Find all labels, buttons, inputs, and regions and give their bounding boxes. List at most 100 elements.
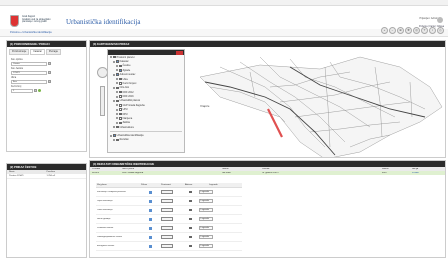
dropdown-icon[interactable] [34, 89, 37, 92]
layer-checkbox[interactable] [116, 60, 119, 63]
layer-checkbox[interactable] [119, 112, 122, 116]
layer-checkbox[interactable] [119, 95, 122, 98]
legend-button[interactable]: Legenda [198, 199, 213, 203]
identify-icon[interactable]: ◎ [413, 27, 420, 34]
legend-button[interactable]: Legenda [198, 190, 213, 194]
layer-checkbox[interactable] [119, 64, 122, 68]
layer-icon[interactable] [149, 199, 152, 203]
legend-button[interactable]: Legenda [198, 226, 213, 230]
municipality-field[interactable]: Centar [11, 62, 47, 66]
layer-checkbox[interactable] [119, 77, 122, 81]
expand-icon[interactable] [116, 95, 118, 98]
locate-icon[interactable] [38, 89, 41, 92]
field-row: Centar [11, 61, 82, 66]
print-icon[interactable]: ⎙ [437, 27, 444, 34]
expand-icon[interactable] [116, 91, 118, 94]
layer-item[interactable]: Infrastruktura [108, 125, 184, 129]
help-icon[interactable]: ? [421, 27, 428, 34]
expand-icon[interactable] [116, 64, 118, 67]
street-field[interactable]: Ilica [11, 80, 47, 84]
active-checkbox[interactable] [189, 235, 192, 239]
layer-icon[interactable] [149, 235, 152, 239]
layer-icon[interactable] [149, 244, 152, 248]
user-label[interactable]: Prijavljen: Admin [420, 17, 438, 20]
expand-icon[interactable] [110, 56, 112, 59]
opacity-stepper[interactable] [161, 217, 173, 221]
expand-icon[interactable] [113, 60, 115, 63]
plan-layer-name: Korištenje i namjena površina [97, 190, 126, 193]
expand-icon[interactable] [113, 86, 115, 89]
expand-icon[interactable] [113, 99, 115, 102]
active-checkbox[interactable] [189, 208, 192, 212]
layer-checkbox[interactable] [119, 117, 122, 120]
pan-icon[interactable]: ✥ [405, 27, 412, 34]
close-icon[interactable] [176, 50, 183, 55]
layer-icon[interactable] [149, 226, 152, 230]
legend-button[interactable]: Legenda [198, 235, 213, 239]
active-checkbox[interactable] [189, 217, 192, 221]
layer-checkbox[interactable] [116, 138, 119, 142]
active-checkbox[interactable] [189, 199, 192, 203]
opacity-stepper[interactable] [161, 244, 173, 248]
opacity-stepper[interactable] [161, 190, 173, 194]
avatar[interactable] [437, 17, 443, 23]
opacity-stepper[interactable] [161, 199, 173, 203]
layer-checkbox[interactable] [119, 90, 122, 94]
tab-cadastre[interactable]: Katastar [30, 49, 45, 55]
expand-icon[interactable] [113, 138, 115, 141]
dropdown-icon[interactable] [48, 71, 51, 74]
layer-checkbox[interactable] [116, 86, 119, 90]
opacity-stepper[interactable] [161, 235, 173, 239]
opacity-stepper[interactable] [161, 226, 173, 230]
layer-checkbox[interactable] [116, 73, 119, 76]
tab-positioning[interactable]: Pozicioniranje [9, 49, 30, 55]
dropdown-icon[interactable] [48, 62, 51, 65]
legend-button[interactable]: Legenda [198, 208, 213, 212]
layer-checkbox[interactable] [119, 121, 122, 125]
layer-checkbox[interactable] [119, 104, 122, 107]
layer-checkbox[interactable] [119, 69, 122, 72]
layer-checkbox[interactable] [119, 108, 122, 111]
layer-icon[interactable] [149, 208, 152, 212]
expand-icon[interactable] [116, 108, 118, 111]
expand-icon[interactable] [116, 78, 118, 81]
tab-search[interactable]: Pretraga [45, 49, 61, 55]
legend-button[interactable]: Legenda [198, 244, 213, 248]
expand-icon[interactable] [116, 82, 118, 85]
parcel-field[interactable]: 1234/1 [11, 71, 47, 75]
expand-icon[interactable] [110, 134, 112, 137]
layer-checkbox[interactable] [113, 55, 116, 59]
expand-icon[interactable] [116, 121, 118, 124]
table-row[interactable]: 1234/1 GUP Grada Zagreba Na snazi Sl. gl… [90, 171, 445, 175]
expand-icon[interactable] [116, 104, 118, 107]
layer-icon[interactable] [149, 190, 152, 194]
full-extent-icon[interactable]: ⊕ [397, 27, 404, 34]
expand-icon[interactable] [113, 126, 115, 129]
layer-checkbox[interactable] [119, 82, 122, 85]
expand-icon[interactable] [116, 117, 118, 120]
layer-checkbox[interactable] [116, 99, 119, 103]
table-row[interactable]: Čestica 1234/1 1.250 m² [7, 174, 86, 179]
layer-checkbox[interactable] [116, 125, 119, 129]
zoom-out-icon[interactable]: − [389, 27, 396, 34]
expand-icon[interactable] [116, 69, 118, 72]
dropdown-icon[interactable] [48, 80, 51, 83]
show-link[interactable]: Prikaži [412, 172, 442, 174]
opacity-stepper[interactable] [161, 208, 173, 212]
legend-button[interactable]: Legenda [198, 217, 213, 221]
info-icon[interactable]: i [429, 27, 436, 34]
active-checkbox[interactable] [189, 244, 192, 248]
layer-label: Infrastruktura [119, 125, 134, 129]
zoom-in-icon[interactable]: + [381, 27, 388, 34]
active-checkbox[interactable] [189, 226, 192, 230]
expand-icon[interactable] [116, 113, 118, 116]
layer-item[interactable]: Rezultat [108, 138, 184, 142]
plan-layer-name: Prometna mreža [97, 226, 114, 229]
house-number-field[interactable]: 1 [11, 89, 33, 93]
active-checkbox[interactable] [189, 190, 192, 194]
expand-icon[interactable] [113, 73, 115, 76]
layer-icon[interactable] [149, 217, 152, 221]
zoom-slider[interactable] [100, 86, 105, 116]
column-header: Prozirnost [161, 184, 171, 186]
layer-checkbox[interactable] [113, 134, 116, 137]
